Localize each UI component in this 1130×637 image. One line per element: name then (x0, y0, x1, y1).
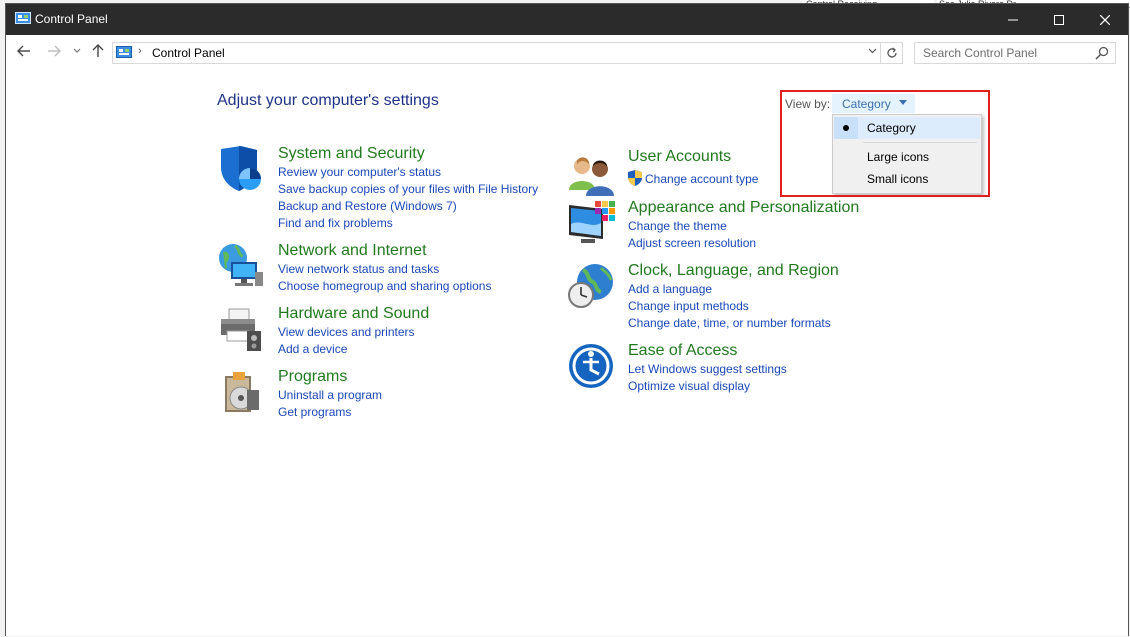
printer-icon[interactable] (217, 305, 265, 353)
category-ease-access: Ease of Access Let Windows suggest setti… (567, 342, 887, 394)
network-globe-icon[interactable] (217, 242, 265, 290)
link-find-fix[interactable]: Find and fix problems (278, 216, 393, 230)
search-box[interactable] (914, 42, 1116, 64)
close-button[interactable] (1082, 4, 1128, 35)
control-panel-window: Control Panel › Control Panel Search Con… (5, 3, 1129, 636)
link-network-status[interactable]: View network status and tasks (278, 262, 439, 276)
chevron-down-icon (868, 48, 877, 54)
navigation-bar: › Control Panel (6, 35, 1128, 67)
category-clock-region: Clock, Language, and Region Add a langua… (567, 262, 887, 332)
category-user-accounts: User Accounts Change account type (567, 148, 787, 196)
recent-locations-button[interactable] (70, 41, 84, 61)
link-devices-printers[interactable]: View devices and printers (278, 325, 415, 339)
content-area: Adjust your computer's settings View by:… (6, 67, 1128, 636)
link-homegroup[interactable]: Choose homegroup and sharing options (278, 279, 491, 293)
breadcrumb-control-panel[interactable]: Control Panel (152, 46, 225, 60)
category-title[interactable]: System and Security (278, 145, 425, 163)
link-add-device[interactable]: Add a device (278, 342, 347, 356)
category-appearance: Appearance and Personalization Change th… (567, 199, 887, 251)
up-button[interactable] (88, 41, 108, 61)
window-title: Control Panel (35, 12, 108, 26)
link-input-methods[interactable]: Change input methods (628, 299, 749, 313)
control-panel-icon (15, 12, 31, 24)
minimize-icon (1008, 19, 1018, 20)
link-date-time-formats[interactable]: Change date, time, or number formats (628, 316, 831, 330)
ease-of-access-icon[interactable] (567, 342, 615, 390)
close-icon (1100, 14, 1110, 25)
address-dropdown-button[interactable] (868, 46, 877, 57)
arrow-right-icon (48, 45, 61, 57)
address-bar[interactable]: › Control Panel (112, 42, 881, 64)
users-icon[interactable] (567, 152, 615, 200)
link-get-programs[interactable]: Get programs (278, 405, 351, 419)
chevron-right-icon[interactable]: › (138, 45, 142, 57)
category-title[interactable]: Network and Internet (278, 242, 427, 260)
control-panel-icon (116, 46, 132, 58)
search-icon[interactable] (1095, 46, 1109, 60)
link-change-account-type[interactable]: Change account type (645, 172, 758, 186)
clock-globe-icon[interactable] (567, 262, 615, 310)
category-network-internet: Network and Internet View network status… (217, 242, 557, 294)
search-input[interactable] (915, 43, 1090, 63)
maximize-icon (1054, 14, 1064, 25)
category-title[interactable]: User Accounts (628, 148, 731, 166)
link-review-status[interactable]: Review your computer's status (278, 165, 441, 179)
link-screen-resolution[interactable]: Adjust screen resolution (628, 236, 756, 250)
chevron-down-icon (73, 48, 81, 53)
minimize-button[interactable] (990, 4, 1036, 35)
link-uninstall-program[interactable]: Uninstall a program (278, 388, 382, 402)
category-title[interactable]: Ease of Access (628, 342, 737, 360)
category-title[interactable]: Programs (278, 368, 347, 386)
back-button[interactable] (14, 41, 34, 61)
category-programs: Programs Uninstall a program Get program… (217, 368, 557, 420)
link-windows-suggest[interactable]: Let Windows suggest settings (628, 362, 787, 376)
link-add-language[interactable]: Add a language (628, 282, 712, 296)
refresh-icon (886, 47, 897, 58)
uac-shield-icon (628, 170, 642, 186)
monitor-personalization-icon[interactable] (567, 199, 615, 247)
refresh-button[interactable] (881, 42, 903, 64)
maximize-button[interactable] (1036, 4, 1082, 35)
arrow-up-icon (92, 44, 104, 57)
highlight-annotation-box (780, 90, 990, 197)
link-file-history[interactable]: Save backup copies of your files with Fi… (278, 182, 538, 196)
link-backup-restore[interactable]: Backup and Restore (Windows 7) (278, 199, 457, 213)
link-change-theme[interactable]: Change the theme (628, 219, 727, 233)
category-hardware-sound: Hardware and Sound View devices and prin… (217, 305, 557, 357)
arrow-left-icon (17, 45, 30, 57)
category-title[interactable]: Hardware and Sound (278, 305, 429, 323)
category-system-security: System and Security Review your computer… (217, 145, 557, 230)
link-optimize-display[interactable]: Optimize visual display (628, 379, 750, 393)
page-title: Adjust your computer's settings (217, 92, 439, 109)
forward-button[interactable] (44, 41, 64, 61)
category-title[interactable]: Clock, Language, and Region (628, 262, 839, 280)
title-bar[interactable]: Control Panel (6, 4, 1128, 35)
shield-icon[interactable] (217, 145, 265, 193)
category-title[interactable]: Appearance and Personalization (628, 199, 859, 217)
programs-icon[interactable] (217, 368, 265, 416)
desktop: Control Receiving Sec Julie Rivera Dr. C… (0, 0, 1130, 637)
